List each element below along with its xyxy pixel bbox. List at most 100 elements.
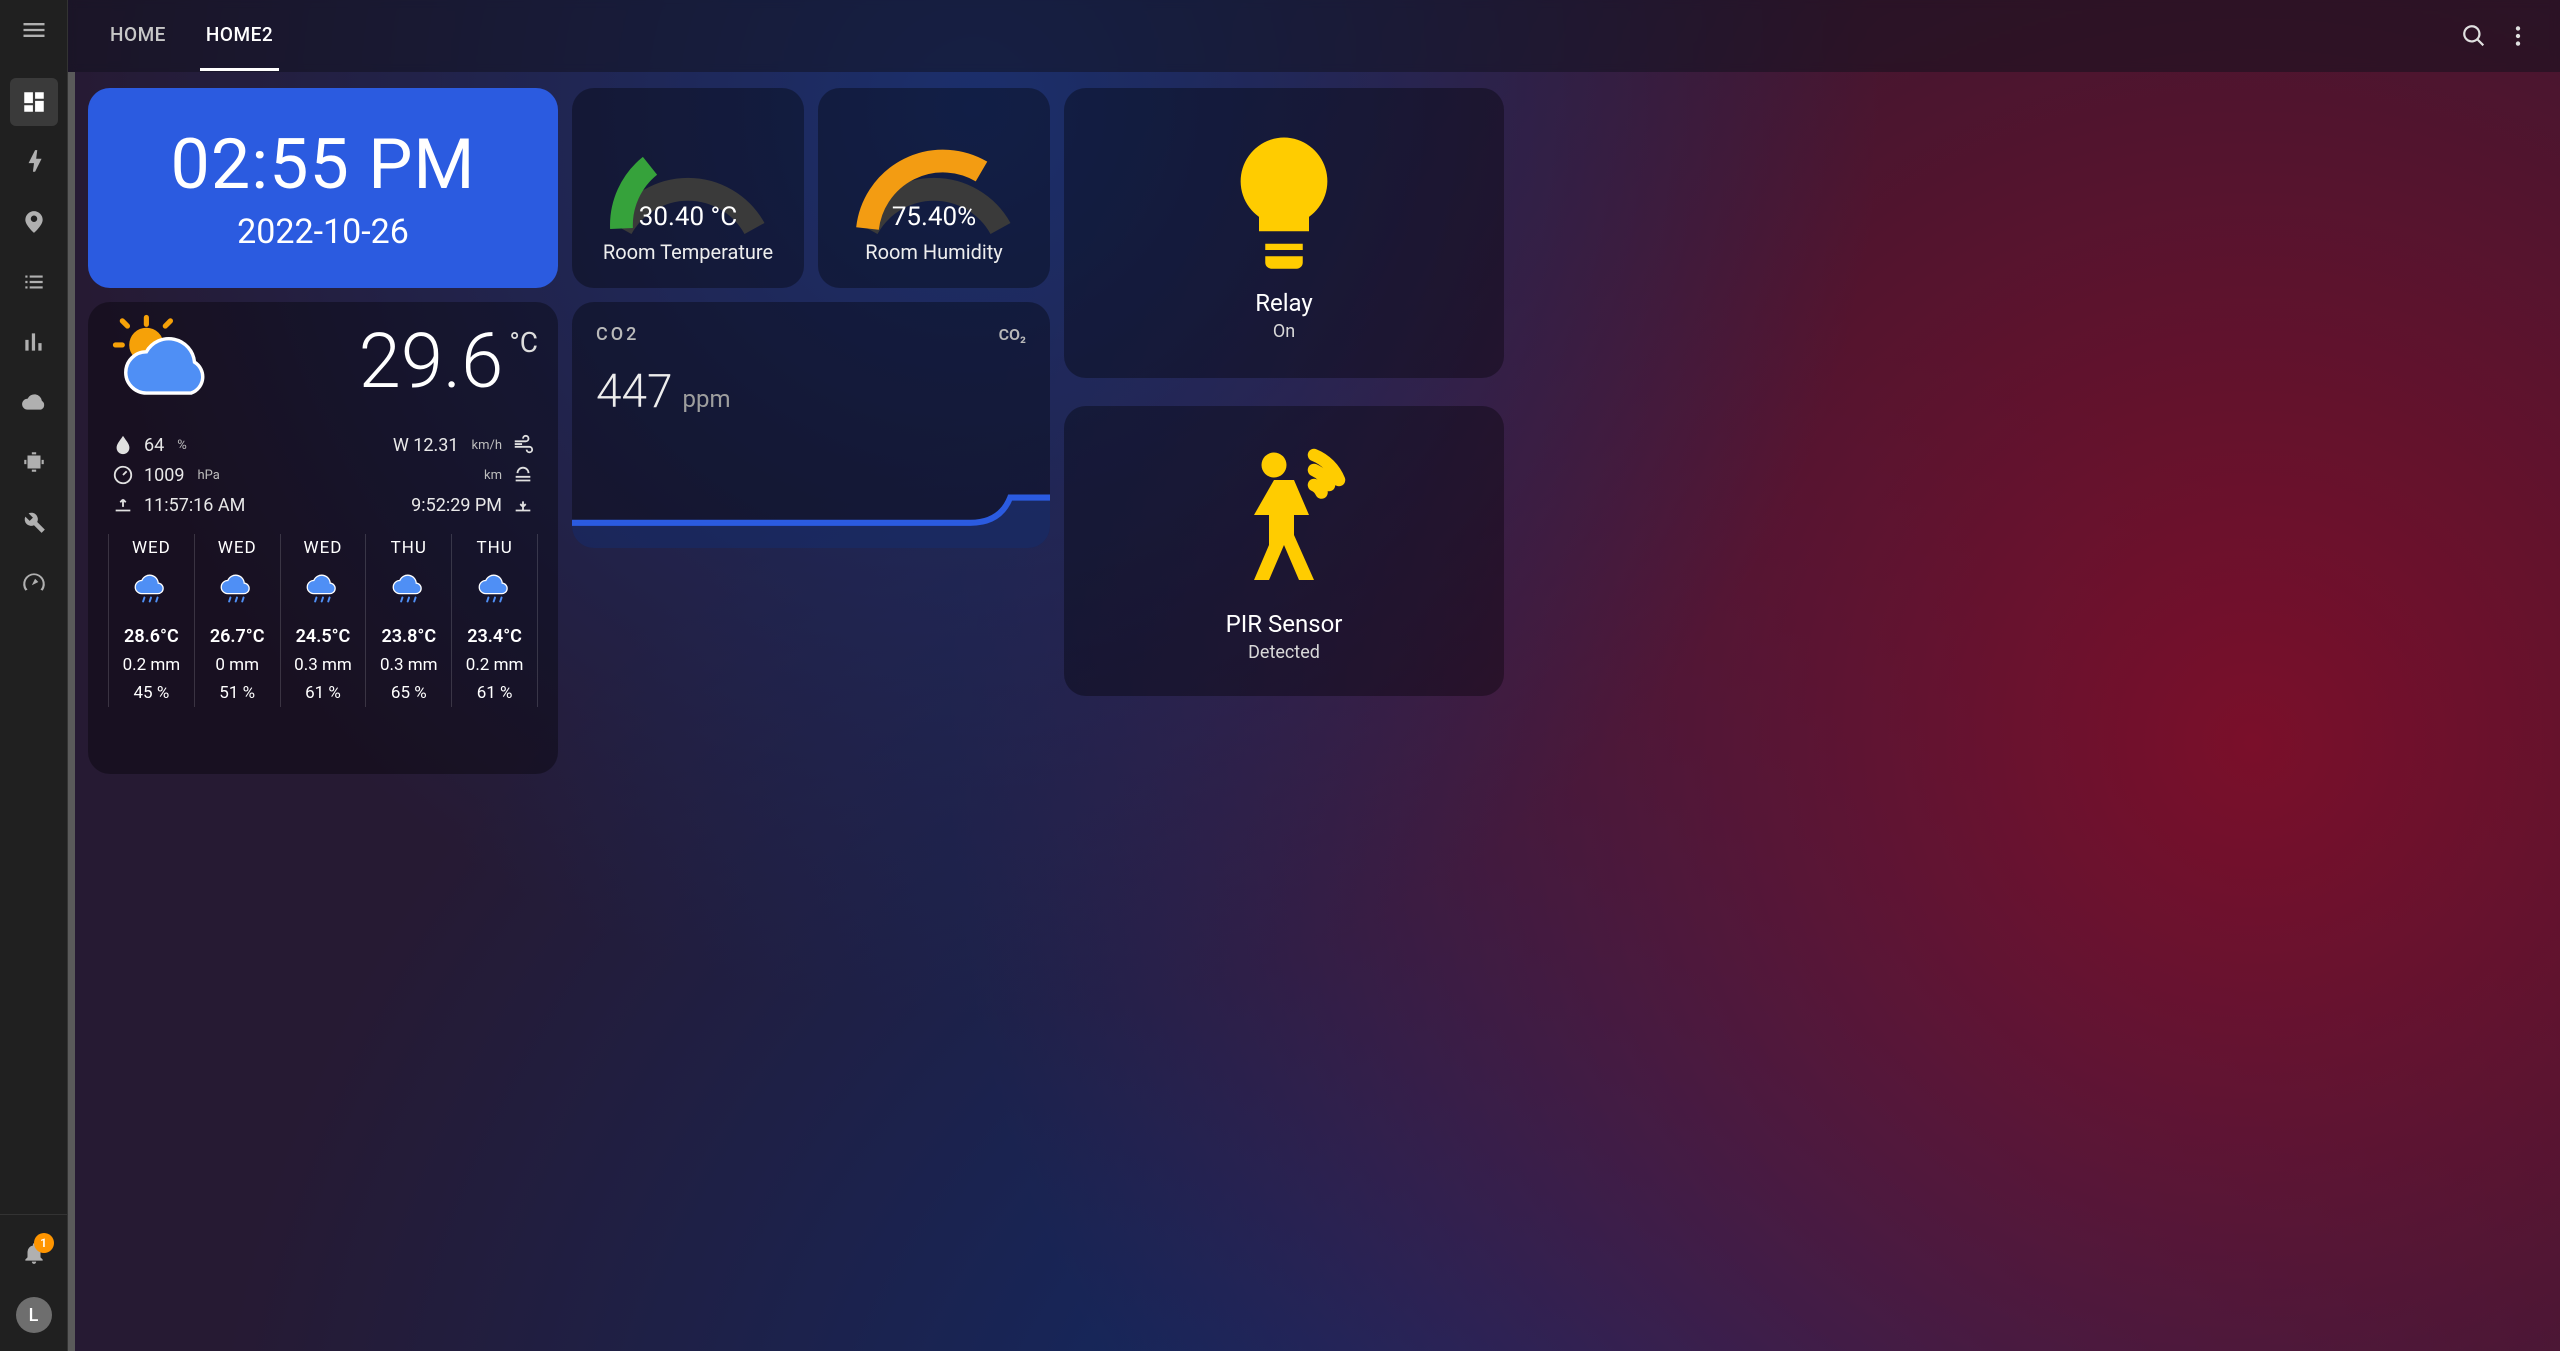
forecast-precip: 0 mm <box>215 655 259 675</box>
relay-title: Relay <box>1255 289 1313 317</box>
weather-partly-cloudy-icon <box>102 314 232 424</box>
bolt-icon <box>21 149 47 175</box>
sidebar-item-todo[interactable] <box>10 258 58 306</box>
weather-humidity-unit: % <box>177 438 187 453</box>
sidebar-item-history[interactable] <box>10 318 58 366</box>
forecast-precip: 0.2 mm <box>466 655 524 675</box>
temperature-value: 30.40 °C <box>593 202 783 232</box>
forecast-item[interactable]: WED 24.5°C 0.3 mm 61 % <box>281 534 367 707</box>
header: HOME HOME2 <box>68 0 2560 72</box>
fog-icon <box>512 464 534 486</box>
sidebar-item-overview[interactable] <box>10 78 58 126</box>
forecast-row: WED 28.6°C0.2 mm45 %WED 26.7°C0 mm51 %WE… <box>108 534 538 707</box>
co2-icon: CO₂ <box>999 325 1026 344</box>
forecast-humidity: 51 % <box>219 683 255 703</box>
forecast-day: THU <box>476 538 512 558</box>
weather-wind-unit: km/h <box>471 438 502 453</box>
hamburger-icon <box>20 16 48 44</box>
temperature-label: Room Temperature <box>603 240 773 264</box>
forecast-humidity: 61 % <box>477 683 513 703</box>
sunrise-icon <box>112 494 134 516</box>
cloud-icon <box>21 389 47 415</box>
tab-home2[interactable]: HOME2 <box>200 1 279 71</box>
more-button[interactable] <box>2496 14 2540 58</box>
humidity-value: 75.40% <box>839 202 1029 232</box>
lightbulb-icon <box>1209 125 1359 275</box>
weather-wind: W 12.31 <box>393 435 459 456</box>
forecast-humidity: 65 % <box>391 683 427 703</box>
co2-unit: ppm <box>683 385 731 413</box>
forecast-temp: 24.5°C <box>296 626 351 647</box>
pir-title: PIR Sensor <box>1226 610 1343 638</box>
clock-time: 02:55 PM <box>171 124 476 206</box>
sidebar-item-map[interactable] <box>10 198 58 246</box>
clock-card[interactable]: 02:55 PM 2022-10-26 <box>88 88 558 288</box>
co2-value: 447 <box>596 365 673 419</box>
person-pin-icon <box>21 209 47 235</box>
dashboard-icon <box>21 89 47 115</box>
sunset-icon <box>512 494 534 516</box>
co2-title: CO2 <box>596 324 639 345</box>
forecast-day: WED <box>304 538 343 558</box>
weather-visibility-unit: km <box>484 468 502 483</box>
forecast-humidity: 45 % <box>134 683 170 703</box>
weather-sunset: 9:52:29 PM <box>411 495 502 516</box>
weather-sunrise: 11:57:16 AM <box>144 495 245 516</box>
user-avatar[interactable]: L <box>16 1297 52 1333</box>
main-area: HOME HOME2 02:55 PM 2022-10-26 30.40 °C <box>68 0 2560 1351</box>
humidity-label: Room Humidity <box>865 240 1002 264</box>
forecast-temp: 23.4°C <box>467 626 522 647</box>
weather-current-unit: °C <box>509 326 538 359</box>
sidebar-item-energy[interactable] <box>10 138 58 186</box>
relay-card[interactable]: Relay On <box>1064 88 1504 378</box>
humidity-icon <box>112 434 134 456</box>
forecast-precip: 0.2 mm <box>123 655 181 675</box>
room-temperature-card[interactable]: 30.40 °C Room Temperature <box>572 88 804 288</box>
notification-badge: 1 <box>34 1233 54 1253</box>
rainy-icon <box>302 566 344 618</box>
speedometer-icon <box>21 569 47 595</box>
forecast-temp: 23.8°C <box>381 626 436 647</box>
sidebar: 1 L <box>0 0 68 1351</box>
pir-sensor-card[interactable]: PIR Sensor Detected <box>1064 406 1504 696</box>
forecast-item[interactable]: WED 26.7°C 0 mm 51 % <box>195 534 281 707</box>
list-icon <box>21 269 47 295</box>
sidebar-item-devtools[interactable] <box>10 498 58 546</box>
search-button[interactable] <box>2452 14 2496 58</box>
sidebar-item-cloud[interactable] <box>10 378 58 426</box>
forecast-day: WED <box>132 538 171 558</box>
motion-sensor-icon <box>1204 440 1364 600</box>
relay-state: On <box>1273 321 1295 342</box>
forecast-item[interactable]: WED 28.6°C 0.2 mm 45 % <box>108 534 195 707</box>
weather-card[interactable]: 29.6 °C 64 % 1009 hPa <box>88 302 558 774</box>
bar-chart-icon <box>21 329 47 355</box>
weather-current-temp: 29.6 <box>359 316 504 406</box>
tab-home[interactable]: HOME <box>104 1 172 71</box>
weather-humidity: 64 <box>144 435 164 456</box>
search-icon <box>2461 23 2487 49</box>
room-humidity-card[interactable]: 75.40% Room Humidity <box>818 88 1050 288</box>
forecast-item[interactable]: THU 23.8°C0.3 mm65 % <box>366 534 452 707</box>
notifications-button[interactable]: 1 <box>10 1229 58 1277</box>
forecast-day: WED <box>218 538 257 558</box>
sidebar-item-speed[interactable] <box>10 558 58 606</box>
weather-pressure-unit: hPa <box>197 468 219 483</box>
menu-button[interactable] <box>10 6 58 54</box>
forecast-precip: 0.3 mm <box>294 655 352 675</box>
weather-pressure: 1009 <box>144 465 184 486</box>
forecast-item[interactable]: THU 23.4°C 0.2 mm 61 % <box>452 534 538 707</box>
clock-date: 2022-10-26 <box>237 212 409 252</box>
wind-icon <box>512 434 534 456</box>
forecast-day: THU <box>391 538 427 558</box>
chip-icon <box>21 449 47 475</box>
rainy-icon <box>388 566 430 618</box>
sidebar-item-hardware[interactable] <box>10 438 58 486</box>
rainy-icon <box>130 566 172 618</box>
forecast-temp: 26.7°C <box>210 626 265 647</box>
scrollbar[interactable] <box>68 72 75 1351</box>
forecast-temp: 28.6°C <box>124 626 179 647</box>
rainy-icon <box>474 566 516 618</box>
co2-card[interactable]: CO2 CO₂ 447 ppm <box>572 302 1050 548</box>
forecast-humidity: 61 % <box>305 683 341 703</box>
more-vert-icon <box>2505 23 2531 49</box>
